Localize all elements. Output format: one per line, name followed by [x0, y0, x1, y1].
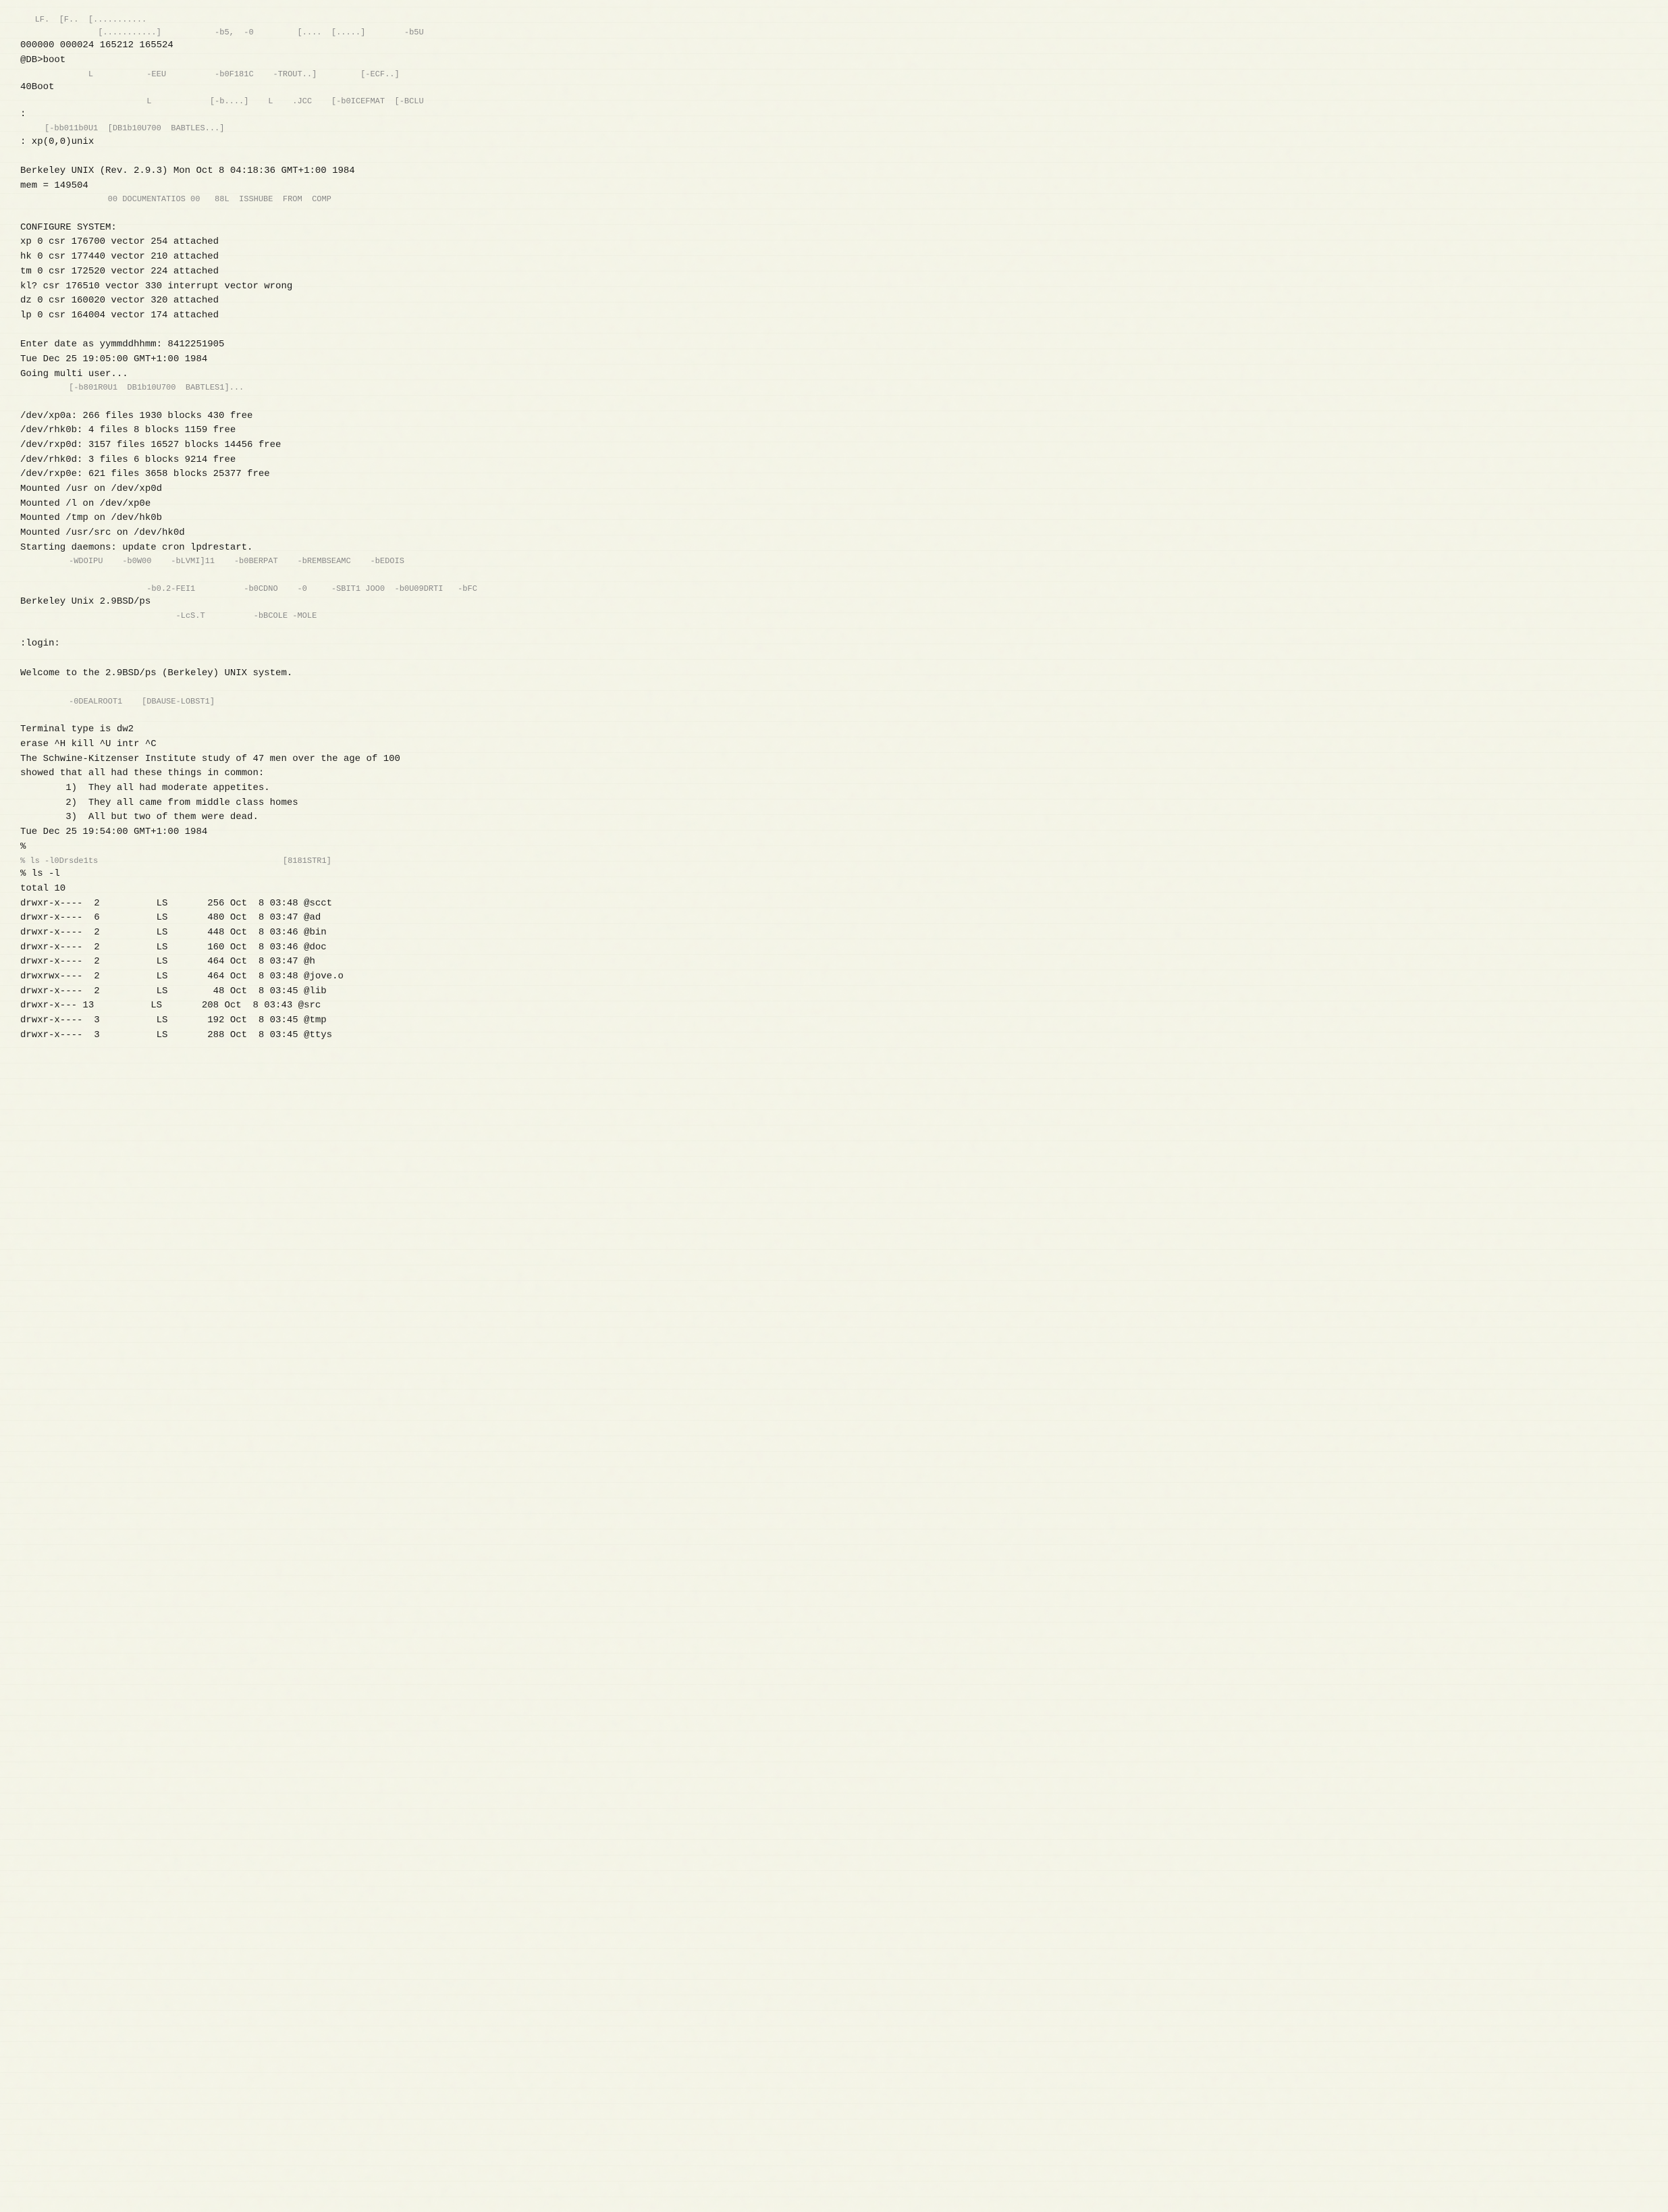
blank-5: [20, 568, 1648, 583]
dir-bin-line: drwxr-x---- 2 LS 448 Oct 8 03:46 @bin: [20, 926, 1648, 941]
ghost-line-7: -0DEALROOT1 [DBAUSE-LOBST1]: [20, 695, 1648, 708]
mounted-tmp-line: Mounted /tmp on /dev/hk0b: [20, 511, 1648, 526]
dir-scct-line: drwxr-x---- 2 LS 256 Oct 8 03:48 @scct: [20, 897, 1648, 912]
fortboot-line: 40Boot: [20, 80, 1648, 95]
tm-csr-line: tm 0 csr 172520 vector 224 attached: [20, 265, 1648, 280]
tue-dec-date-line: Tue Dec 25 19:05:00 GMT+1:00 1984: [20, 352, 1648, 367]
dir-src-line: drwxr-x--- 13 LS 208 Oct 8 03:43 @src: [20, 999, 1648, 1013]
schwine-line2: showed that all had these things in comm…: [20, 766, 1648, 781]
berkeley-unix-line: Berkeley UNIX (Rev. 2.9.3) Mon Oct 8 04:…: [20, 164, 1648, 179]
dev-xp0a-line: /dev/xp0a: 266 files 1930 blocks 430 fre…: [20, 409, 1648, 424]
ghost-bsd-line2: -LcS.T -bBCOLE -MOLE: [20, 610, 1648, 623]
terminal-type-line: Terminal type is dw2: [20, 722, 1648, 737]
schwine-line3: 1) They all had moderate appetites.: [20, 781, 1648, 796]
mounted-l-line: Mounted /l on /dev/xp0e: [20, 497, 1648, 512]
header-line-2: [...........] -b5, -0 [.... [.....] -b5U: [20, 26, 1648, 39]
mem-line: mem = 149504: [20, 179, 1648, 194]
dir-tmp-line: drwxr-x---- 3 LS 192 Oct 8 03:45 @tmp: [20, 1013, 1648, 1028]
configure-system-line: CONFIGURE SYSTEM:: [20, 221, 1648, 236]
welcome-line: Welcome to the 2.9BSD/ps (Berkeley) UNIX…: [20, 666, 1648, 681]
mounted-usrsrc-line: Mounted /usr/src on /dev/hk0d: [20, 526, 1648, 541]
kl-csr-line: kl? csr 176510 vector 330 interrupt vect…: [20, 280, 1648, 294]
blank-4: [20, 394, 1648, 409]
mounted-usr-line: Mounted /usr on /dev/xp0d: [20, 482, 1648, 497]
hk-csr-line: hk 0 csr 177440 vector 210 attached: [20, 250, 1648, 265]
boot-address-line: 000000 000024 165212 165524: [20, 38, 1648, 53]
dev-rxp0d-line: /dev/rxp0d: 3157 files 16527 blocks 1445…: [20, 438, 1648, 453]
blank-8: [20, 681, 1648, 695]
dir-ttys-line: drwxr-x---- 3 LS 288 Oct 8 03:45 @ttys: [20, 1028, 1648, 1043]
dev-rhk0d-line: /dev/rhk0d: 3 files 6 blocks 9214 free: [20, 453, 1648, 468]
ghost-line-3: L -EEU -b0F181C -TROUT..] [-ECF..]: [20, 68, 1648, 81]
lp-csr-line: lp 0 csr 164004 vector 174 attached: [20, 309, 1648, 323]
blank-6: [20, 623, 1648, 637]
enter-date-line: Enter date as yymmddhhmm: 8412251905: [20, 338, 1648, 352]
dir-doc-line: drwxr-x---- 2 LS 160 Oct 8 03:46 @doc: [20, 941, 1648, 955]
dev-rxp0e-line: /dev/rxp0e: 621 files 3658 blocks 25377 …: [20, 467, 1648, 482]
dz-csr-line: dz 0 csr 160020 vector 320 attached: [20, 294, 1648, 309]
blank-3: [20, 323, 1648, 338]
ls-command-line: % ls -l: [20, 867, 1648, 882]
ghost-ls-line: % ls -l0Drsde1ts [8181STR1]: [20, 855, 1648, 868]
blank-9: [20, 708, 1648, 723]
ghost-bsd-line: -b0.2-FEI1 -b0CDNO -0 -SBIT1 JOO0 -b0U09…: [20, 583, 1648, 596]
schwine-line1: The Schwine-Kitzenser Institute study of…: [20, 752, 1648, 767]
db-boot-line: @DB>boot: [20, 53, 1648, 68]
ghost-line-4: L [-b....] L .JCC [-b0ICEFMAT [-BCLU: [20, 95, 1648, 108]
xp-unix-line: : xp(0,0)unix: [20, 135, 1648, 150]
berkeley-unix-bsd-line: Berkeley Unix 2.9BSD/ps: [20, 595, 1648, 610]
going-multi-line: Going multi user...: [20, 367, 1648, 382]
colon-line: :: [20, 107, 1648, 122]
ghost-line-6: [-b801R0U1 DB1b10U700 BABTLES1]...: [20, 381, 1648, 394]
dir-h-line: drwxr-x---- 2 LS 464 Oct 8 03:47 @h: [20, 955, 1648, 970]
login-line: :login:: [20, 637, 1648, 652]
dir-ad-line: drwxr-x---- 6 LS 480 Oct 8 03:47 @ad: [20, 911, 1648, 926]
schwine-line4: 2) They all came from middle class homes: [20, 796, 1648, 811]
ghost-daemon-line: -WDOIPU -b0W00 -bLVMI]11 -b0BERPAT -bREM…: [20, 555, 1648, 568]
erase-line: erase ^H kill ^U intr ^C: [20, 737, 1648, 752]
dir-joveo-line: drwxrwx---- 2 LS 464 Oct 8 03:48 @jove.o: [20, 970, 1648, 984]
blank-7: [20, 652, 1648, 666]
ghost-line-5: [-bb011b0U1 [DB1b10U700 BABTLES...]: [20, 122, 1648, 135]
blank-1: [20, 149, 1648, 164]
terminal-content: LF. [F.. [........... [...........] -b5,…: [20, 14, 1648, 1043]
starting-daemons-line: Starting daemons: update cron lpdrestart…: [20, 541, 1648, 556]
xp-csr-line: xp 0 csr 176700 vector 254 attached: [20, 235, 1648, 250]
dev-rhk0b-line: /dev/rhk0b: 4 files 8 blocks 1159 free: [20, 423, 1648, 438]
schwine-line5: 3) All but two of them were dead.: [20, 810, 1648, 825]
total-line: total 10: [20, 882, 1648, 897]
ghost-doc-line: 00 DOCUMENTATIOS 00 88L ISSHUBE FROM COM…: [20, 193, 1648, 206]
header-line-1: LF. [F.. [...........: [20, 14, 1648, 26]
dir-lib-line: drwxr-x---- 2 LS 48 Oct 8 03:45 @lib: [20, 984, 1648, 999]
percent-line: %: [20, 840, 1648, 855]
tue-dec-54-line: Tue Dec 25 19:54:00 GMT+1:00 1984: [20, 825, 1648, 840]
blank-2: [20, 206, 1648, 221]
